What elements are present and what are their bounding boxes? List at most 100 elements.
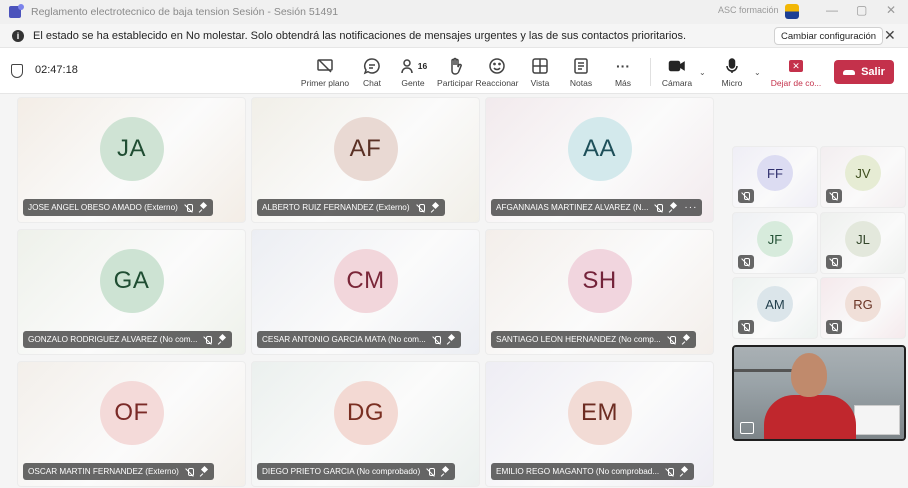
pin-icon[interactable] [680, 467, 689, 476]
mic-off-icon [741, 322, 751, 332]
stop-sharing-label: Dejar de co... [770, 78, 822, 88]
leave-button[interactable]: Salir [834, 60, 894, 84]
participant-name: AFGANNAIAS MARTINEZ ALVAREZ (N... [496, 203, 649, 212]
participant-name-tag: AFGANNAIAS MARTINEZ ALVAREZ (N... ··· [491, 199, 703, 216]
stop-sharing-button[interactable]: ✕ Dejar de co... [769, 55, 823, 88]
participant-tile[interactable]: AA AFGANNAIAS MARTINEZ ALVAREZ (N... ··· [485, 97, 714, 223]
notice-close-button[interactable]: ✕ [884, 27, 896, 44]
camera-icon [668, 55, 686, 77]
mic-button[interactable]: Micro [705, 55, 759, 88]
raise-hand-label: Participar [437, 78, 473, 88]
mic-off-icon [741, 257, 751, 267]
camera-button[interactable]: Cámara [650, 55, 704, 88]
pin-icon[interactable] [199, 203, 208, 212]
participant-name-tag: CESAR ANTONIO GARCIA MATA (No com... [257, 331, 461, 348]
more-options-icon[interactable]: ··· [684, 202, 697, 213]
phone-hangup-icon [843, 69, 856, 75]
participant-tile[interactable]: DG DIEGO PRIETO GARCIA (No comprobado) [251, 361, 480, 487]
change-settings-button[interactable]: Cambiar configuración [774, 27, 884, 45]
mic-off-icon [654, 203, 664, 213]
mic-off-badge [738, 255, 754, 269]
pin-icon[interactable] [669, 203, 678, 212]
notes-icon [572, 55, 590, 77]
maximize-button[interactable]: ▢ [856, 3, 867, 17]
participant-tile[interactable]: OF OSCAR MARTIN FERNANDEZ (Externo) [17, 361, 246, 487]
participant-tile[interactable]: SH SANTIAGO LEON HERNANDEZ (No comp... [485, 229, 714, 355]
more-button[interactable]: ··· Más [596, 55, 650, 88]
smiley-icon [488, 55, 506, 77]
participant-tile[interactable]: JA JOSE ANGEL OBESO AMADO (Externo) [17, 97, 246, 223]
mic-options-chevron-icon[interactable]: ⌄ [754, 68, 761, 77]
dnd-notice-bar: i El estado se ha establecido en No mole… [0, 24, 908, 48]
participant-avatar: JV [845, 155, 881, 191]
pin-icon[interactable] [447, 335, 456, 344]
window-titlebar: Reglamento electrotecnico de baja tensio… [0, 0, 908, 24]
info-icon: i [12, 29, 24, 42]
mic-off-badge [826, 189, 842, 203]
mic-off-icon [416, 203, 426, 213]
side-participant-tile[interactable]: JV [820, 146, 906, 208]
participant-tile[interactable]: EM EMILIO REGO MAGANTO (No comprobad... [485, 361, 714, 487]
focus-button[interactable]: Primer plano [298, 55, 352, 88]
notice-text: El estado se ha establecido en No molest… [33, 29, 687, 42]
participant-tile[interactable]: CM CESAR ANTONIO GARCIA MATA (No com... [251, 229, 480, 355]
view-label: Vista [530, 78, 550, 88]
account-name[interactable]: ASC formación [718, 5, 779, 15]
participant-name: GONZALO RODRIGUEZ ALVAREZ (No com... [28, 335, 198, 344]
mic-off-badge [738, 189, 754, 203]
focus-icon [316, 55, 334, 77]
mic-off-icon [185, 467, 195, 477]
minimize-button[interactable]: — [826, 3, 838, 17]
stop-share-icon: ✕ [789, 60, 803, 72]
participant-name-tag: OSCAR MARTIN FERNANDEZ (Externo) [23, 463, 214, 480]
participant-avatar: EM [567, 381, 632, 445]
participant-avatar: OF [99, 381, 164, 445]
participant-name: DIEGO PRIETO GARCIA (No comprobado) [262, 467, 421, 476]
leave-label: Salir [861, 66, 885, 78]
participant-name-tag: SANTIAGO LEON HERNANDEZ (No comp... [491, 331, 696, 348]
participant-name: OSCAR MARTIN FERNANDEZ (Externo) [28, 467, 179, 476]
side-participant-tile[interactable]: RG [820, 277, 906, 339]
participant-avatar: AF [333, 117, 398, 181]
mic-label: Micro [721, 78, 743, 88]
grid-icon [531, 55, 549, 77]
participant-name-tag: GONZALO RODRIGUEZ ALVAREZ (No com... [23, 331, 233, 348]
account-badge-icon[interactable] [785, 4, 799, 19]
mic-off-icon [665, 467, 675, 477]
side-participant-tile[interactable]: JF [732, 212, 818, 274]
side-participant-tile[interactable]: AM [732, 277, 818, 339]
participant-name-tag: JOSE ANGEL OBESO AMADO (Externo) [23, 199, 213, 216]
screen-share-icon [740, 422, 754, 434]
participant-name-tag: DIEGO PRIETO GARCIA (No comprobado) [257, 463, 456, 480]
self-video-shelf [734, 369, 794, 372]
pin-icon[interactable] [441, 467, 450, 476]
participant-avatar: CM [333, 249, 398, 313]
participant-tile[interactable]: GA GONZALO RODRIGUEZ ALVAREZ (No com... [17, 229, 246, 355]
pin-icon[interactable] [218, 335, 227, 344]
chat-icon [363, 55, 381, 77]
mic-icon [723, 55, 741, 77]
side-participant-tile[interactable]: FF [732, 146, 818, 208]
notes-label: Notas [569, 78, 593, 88]
participant-avatar: GA [99, 249, 164, 313]
participant-name: JOSE ANGEL OBESO AMADO (Externo) [28, 203, 178, 212]
self-video-preview[interactable] [732, 345, 906, 441]
participant-name-tag: EMILIO REGO MAGANTO (No comprobad... [491, 463, 695, 480]
pin-icon[interactable] [431, 203, 440, 212]
participant-avatar: AA [567, 117, 632, 181]
participant-name: SANTIAGO LEON HERNANDEZ (No comp... [496, 335, 661, 344]
close-window-button[interactable]: ✕ [886, 3, 896, 17]
pin-icon[interactable] [200, 467, 209, 476]
chat-label: Chat [363, 78, 381, 88]
meeting-toolbar: 02:47:18 Primer plano Chat 16 Gente Part… [0, 48, 908, 94]
shield-icon [11, 64, 23, 78]
mic-off-icon [741, 191, 751, 201]
participant-avatar: JA [99, 117, 164, 181]
meeting-timer: 02:47:18 [35, 64, 78, 76]
mic-off-icon [203, 335, 213, 345]
participant-tile[interactable]: AF ALBERTO RUIZ FERNANDEZ (Externo) [251, 97, 480, 223]
pin-icon[interactable] [682, 335, 691, 344]
participant-avatar: FF [757, 155, 793, 191]
mic-off-icon [184, 203, 194, 213]
side-participant-tile[interactable]: JL [820, 212, 906, 274]
